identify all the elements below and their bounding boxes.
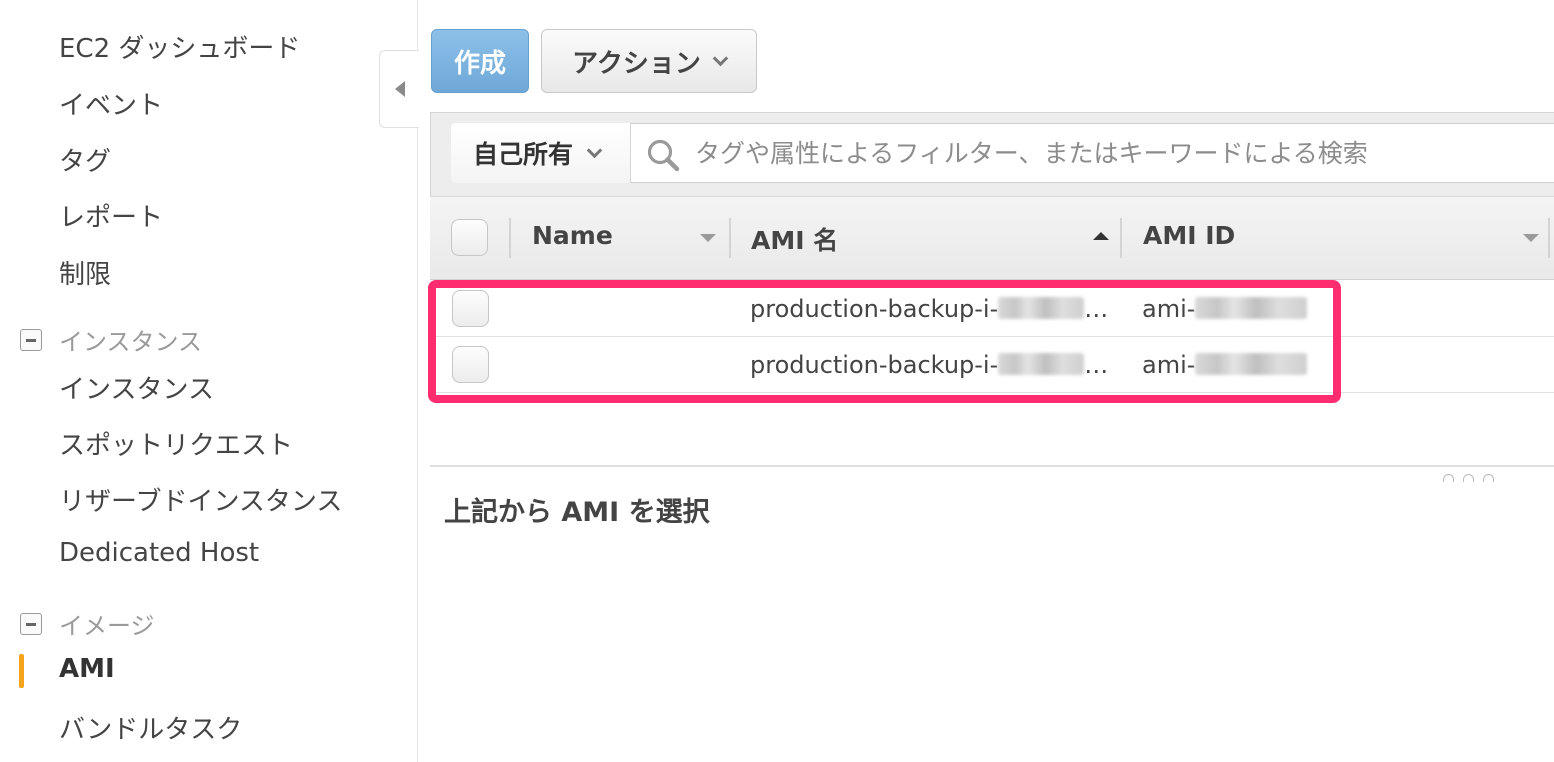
sidebar-item-spot-requests[interactable]: スポットリクエスト bbox=[59, 425, 293, 462]
ami-name-cell: production-backup-i-… bbox=[750, 351, 1109, 379]
resize-grip-icon[interactable] bbox=[1483, 474, 1494, 482]
column-resize-handle[interactable] bbox=[729, 218, 731, 258]
sort-down-icon[interactable] bbox=[1523, 234, 1539, 242]
resize-grip-icon[interactable] bbox=[1443, 474, 1454, 482]
ami-name-cell: production-backup-i-… bbox=[750, 295, 1109, 323]
search-input[interactable] bbox=[695, 133, 1535, 173]
active-item-marker bbox=[19, 654, 24, 688]
sort-up-icon[interactable] bbox=[1093, 232, 1109, 240]
actions-dropdown-button[interactable]: アクション bbox=[541, 29, 757, 93]
sidebar-item-bundle-tasks[interactable]: バンドルタスク bbox=[59, 709, 242, 746]
sidebar-item-ami[interactable]: AMI bbox=[59, 654, 115, 684]
collapse-minus-icon[interactable] bbox=[20, 328, 42, 351]
section-title: インスタンス bbox=[59, 328, 203, 356]
column-header-ami-id[interactable]: AMI ID bbox=[1143, 221, 1235, 250]
resize-grip-icon[interactable] bbox=[1463, 474, 1474, 482]
row-checkbox[interactable] bbox=[452, 290, 489, 327]
section-header-images[interactable]: イメージ bbox=[20, 606, 155, 641]
column-resize-handle[interactable] bbox=[1548, 218, 1550, 258]
column-header-ami-name[interactable]: AMI 名 bbox=[751, 221, 838, 257]
sidebar-item-dedicated-host[interactable]: Dedicated Host bbox=[59, 538, 259, 568]
redacted-text bbox=[1195, 353, 1308, 375]
redacted-text bbox=[998, 353, 1085, 375]
redacted-text bbox=[998, 297, 1085, 319]
row-checkbox[interactable] bbox=[452, 346, 489, 383]
section-title: イメージ bbox=[59, 612, 155, 640]
pane-splitter[interactable] bbox=[430, 465, 1554, 467]
sidebar-item-reserved-instances[interactable]: リザーブドインスタンス bbox=[59, 481, 342, 518]
owner-filter-label: 自己所有 bbox=[473, 140, 574, 169]
ami-id-cell: ami- bbox=[1142, 351, 1308, 379]
create-button[interactable]: 作成 bbox=[431, 29, 529, 93]
sidebar-nav: EC2 ダッシュボード イベント タグ レポート 制限 インスタンス インスタン… bbox=[0, 0, 418, 762]
column-header-name[interactable]: Name bbox=[532, 221, 613, 250]
actions-label: アクション bbox=[572, 47, 701, 78]
section-header-instances[interactable]: インスタンス bbox=[20, 322, 202, 357]
sidebar-item-events[interactable]: イベント bbox=[59, 85, 163, 122]
ami-id-cell: ami- bbox=[1142, 295, 1308, 323]
detail-pane-title: 上記から AMI を選択 bbox=[444, 497, 710, 528]
owner-filter-select[interactable]: 自己所有 bbox=[451, 123, 631, 183]
sidebar-item-limits[interactable]: 制限 bbox=[59, 254, 111, 291]
sort-down-icon[interactable] bbox=[700, 234, 716, 242]
sidebar-item-reports[interactable]: レポート bbox=[59, 197, 163, 234]
select-all-checkbox[interactable] bbox=[451, 219, 488, 256]
chevron-left-icon bbox=[394, 81, 405, 97]
sidebar-item-tags[interactable]: タグ bbox=[59, 141, 111, 178]
column-resize-handle[interactable] bbox=[1120, 218, 1122, 258]
search-icon bbox=[647, 139, 680, 172]
collapse-minus-icon[interactable] bbox=[20, 612, 42, 635]
column-resize-handle[interactable] bbox=[509, 218, 511, 258]
chevron-down-icon bbox=[712, 50, 729, 66]
sidebar-item-instances[interactable]: インスタンス bbox=[59, 369, 214, 406]
chevron-down-icon bbox=[586, 142, 603, 158]
redacted-text bbox=[1195, 297, 1308, 319]
sidebar-collapse-toggle[interactable] bbox=[379, 50, 419, 128]
sidebar-item-ec2-dashboard[interactable]: EC2 ダッシュボード bbox=[59, 28, 300, 65]
